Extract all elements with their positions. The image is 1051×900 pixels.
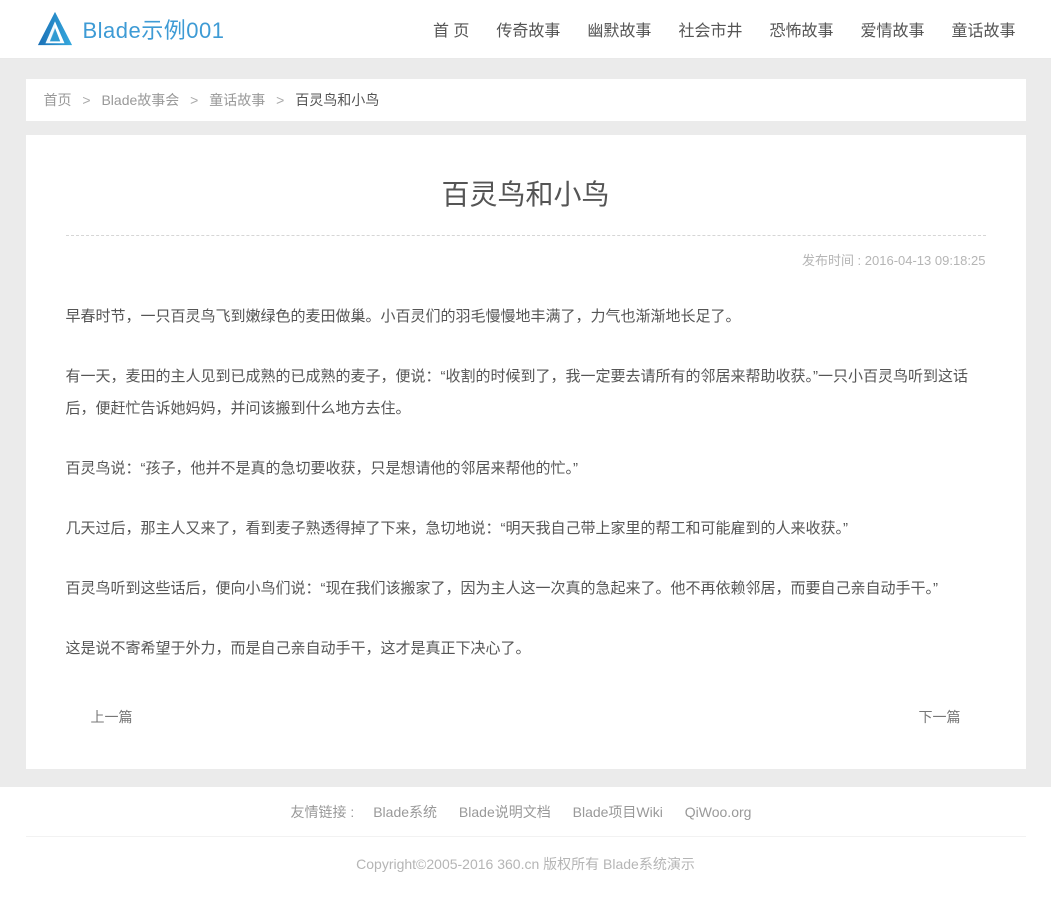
friend-links-label: 友情链接 : [290,804,355,820]
article-paragraph: 有一天，麦田的主人见到已成熟的已成熟的麦子，便说：“收割的时候到了，我一定要去请… [65,368,969,417]
article-paragraph: 百灵鸟说：“孩子，他并不是真的急切要收获，只是想请他的邻居来帮他的忙。” [65,460,579,477]
title-divider [65,235,986,236]
footer-link-blade-wiki[interactable]: Blade项目Wiki [573,804,663,820]
site-logo[interactable]: Blade示例001 [36,10,225,48]
breadcrumb-separator: > [276,92,285,108]
breadcrumb-story-hub[interactable]: Blade故事会 [101,92,179,108]
prev-article-link[interactable]: 上一篇 [91,707,133,727]
breadcrumb-separator: > [82,92,91,108]
article-card: 百灵鸟和小鸟 发布时间 : 2016-04-13 09:18:25 早春时节，一… [25,135,1026,769]
logo-text: Blade示例001 [82,18,225,43]
article-content: 早春时节，一只百灵鸟飞到嫩绿色的麦田做巢。小百灵们的羽毛慢慢地丰满了，力气也渐渐… [66,301,986,665]
article-paragraph: 早春时节，一只百灵鸟飞到嫩绿色的麦田做巢。小百灵们的羽毛慢慢地丰满了，力气也渐渐… [65,308,741,325]
nav-item-home[interactable]: 首 页 [433,17,469,41]
article-paragraph: 这是说不寄希望于外力，而是自己亲自动手干，这才是真正下决心了。 [65,640,531,657]
article-paragraph: 几天过后，那主人又来了，看到麦子熟透得掉了下来，急切地说：“明天我自己带上家里的… [65,520,849,537]
footer-link-blade-system[interactable]: Blade系统 [373,804,437,820]
breadcrumb-home[interactable]: 首页 [44,92,72,108]
friend-links-row: 友情链接 : Blade系统 Blade说明文档 Blade项目Wiki QiW… [25,787,1026,837]
article-paragraph: 百灵鸟听到这些话后，便向小鸟们说：“现在我们该搬家了，因为主人这一次真的急起来了… [65,580,939,597]
nav-item-society-stories[interactable]: 社会市井 [678,17,742,41]
breadcrumb-separator: > [190,92,199,108]
nav-item-fairy-tales[interactable]: 童话故事 [951,17,1015,41]
nav-item-legend-stories[interactable]: 传奇故事 [496,17,560,41]
next-article-link[interactable]: 下一篇 [919,707,961,727]
article-title: 百灵鸟和小鸟 [441,179,610,210]
nav-item-humor-stories[interactable]: 幽默故事 [587,17,651,41]
publish-time: 发布时间 : 2016-04-13 09:18:25 [801,253,986,268]
main-nav: 首 页 传奇故事 幽默故事 社会市井 恐怖故事 爱情故事 童话故事 [433,17,1016,41]
article-pager: 上一篇 下一篇 [66,707,986,727]
site-header: Blade示例001 首 页 传奇故事 幽默故事 社会市井 恐怖故事 爱情故事 … [0,0,1051,59]
nav-item-love-stories[interactable]: 爱情故事 [860,17,924,41]
breadcrumb-current-page: 百灵鸟和小鸟 [295,92,380,108]
copyright-text: Copyright©2005-2016 360.cn 版权所有 Blade系统演… [356,856,695,872]
logo-icon [36,10,74,48]
footer-link-qiwoo[interactable]: QiWoo.org [685,804,752,820]
site-footer: 友情链接 : Blade系统 Blade说明文档 Blade项目Wiki QiW… [0,787,1051,900]
nav-item-horror-stories[interactable]: 恐怖故事 [769,17,833,41]
breadcrumb-category[interactable]: 童话故事 [209,92,265,108]
breadcrumb: 首页 > Blade故事会 > 童话故事 > 百灵鸟和小鸟 [25,79,1026,121]
page-body-band: 首页 > Blade故事会 > 童话故事 > 百灵鸟和小鸟 百灵鸟和小鸟 发布时… [0,59,1051,787]
footer-link-blade-docs[interactable]: Blade说明文档 [459,804,551,820]
